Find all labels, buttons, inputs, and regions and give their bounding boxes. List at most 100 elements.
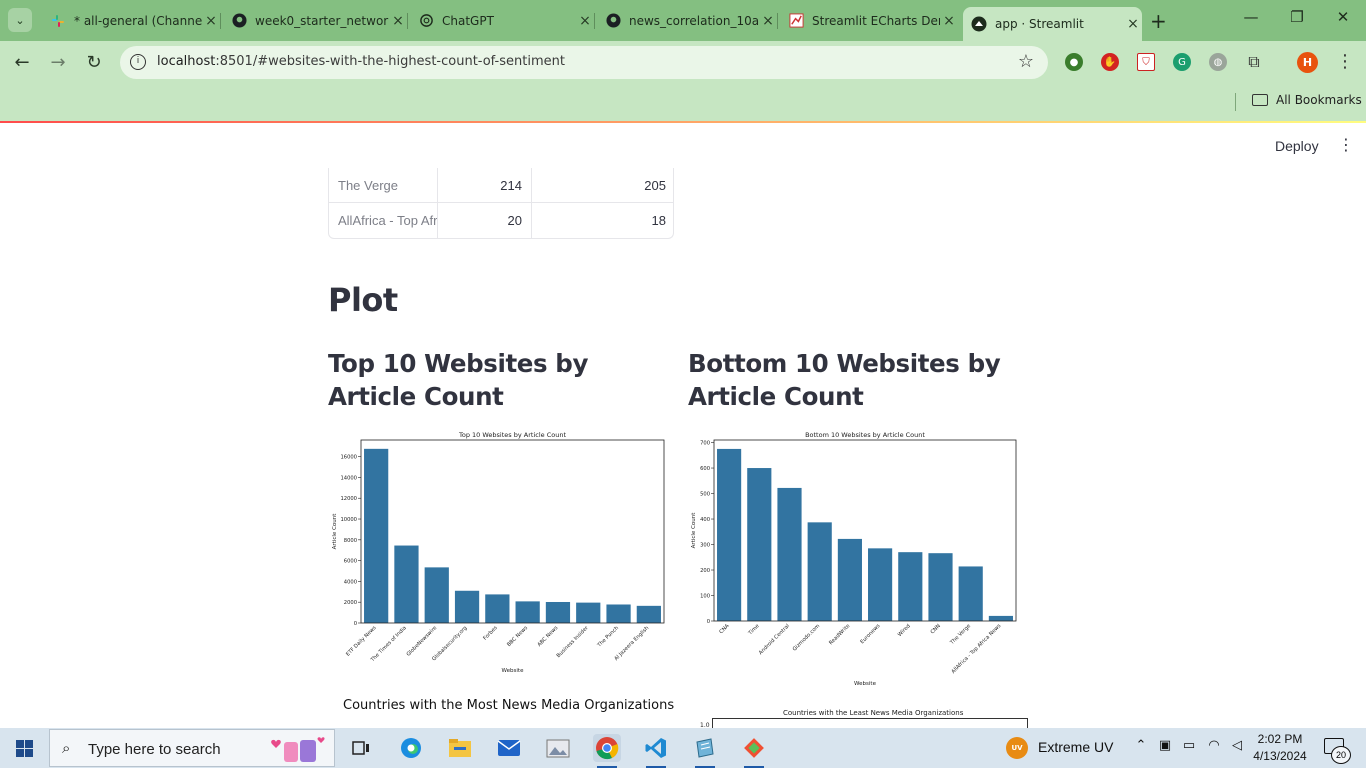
git-app-icon[interactable] [740, 734, 768, 768]
reload-icon[interactable]: ↻ [82, 52, 106, 73]
minimize-icon[interactable]: — [1240, 8, 1262, 26]
file-explorer-icon[interactable] [446, 734, 474, 762]
clock-date: 4/13/2024 [1253, 749, 1307, 763]
table-cell[interactable]: 20 [438, 203, 532, 238]
y-axis-label: Article Count [332, 513, 338, 550]
windows-taskbar: ⌕ Type here to search UV Extreme UV ⌃ ▣ … [0, 728, 1366, 768]
chrome-icon[interactable] [593, 734, 621, 768]
tab-news-correlation[interactable]: news_correlation_10a × [597, 7, 777, 34]
table-index-cell[interactable]: The Verge [329, 168, 438, 203]
url-host: localhost [157, 54, 216, 69]
chart-bar [928, 553, 953, 621]
x-axis-label: Website [502, 668, 525, 674]
y-tick-label: 200 [700, 568, 710, 574]
translate-globe-icon[interactable]: ◍ [1209, 53, 1227, 71]
x-tick-label: ABC News [537, 625, 560, 648]
chart-bar [515, 601, 540, 623]
x-tick-label: AllAfrica - Top Africa News [951, 623, 1003, 675]
bookmark-star-icon[interactable]: ☆ [1018, 51, 1034, 72]
edge-icon[interactable] [397, 734, 425, 762]
pocket-icon[interactable]: ⛉ [1137, 53, 1155, 71]
search-placeholder: Type here to search [88, 741, 221, 758]
meet-now-icon[interactable]: ▣ [1156, 738, 1174, 753]
y-tick-label: 10000 [340, 517, 357, 523]
deploy-button[interactable]: Deploy [1275, 138, 1319, 154]
chatgpt-icon [418, 13, 434, 29]
tab-slack[interactable]: * all-general (Channel × [42, 7, 220, 34]
table-row: AllAfrica - Top Afr 20 18 [329, 203, 673, 238]
x-tick-label: Forbes [482, 625, 499, 642]
table-cell[interactable]: 18 [532, 203, 673, 238]
adblock-icon[interactable]: ✋ [1101, 53, 1119, 71]
search-icon: ⌕ [62, 739, 71, 757]
extension-globe-icon[interactable]: ● [1065, 53, 1083, 71]
volume-icon[interactable]: ◁ [1228, 738, 1246, 753]
chart-bar [747, 468, 772, 621]
table-cell[interactable]: 214 [438, 168, 532, 203]
top-websites-chart: Top 10 Websites by Article Count ETF Dail… [332, 431, 665, 674]
url-text[interactable]: localhost:8501/#websites-with-the-highes… [157, 54, 565, 69]
vscode-icon[interactable] [642, 734, 670, 768]
photos-app-icon[interactable] [544, 734, 572, 762]
close-icon[interactable]: × [1124, 16, 1142, 32]
tray-chevron-up-icon[interactable]: ⌃ [1132, 738, 1150, 753]
x-tick-label: Al Jazeera English [613, 625, 650, 662]
taskbar-clock[interactable]: 2:02 PM 4/13/2024 [1248, 731, 1312, 765]
x-tick-label: Time [747, 623, 761, 637]
restore-icon[interactable]: ❐ [1286, 8, 1308, 26]
tab-label: Streamlit ECharts Der [812, 13, 940, 28]
close-icon[interactable]: × [202, 13, 220, 29]
battery-icon[interactable]: ▭ [1180, 738, 1198, 753]
y-tick-label: 100 [700, 594, 710, 600]
chart-bar [717, 448, 742, 621]
github-icon [605, 13, 621, 29]
weather-uv-icon[interactable]: UV [1006, 737, 1028, 759]
site-info-icon[interactable]: i [130, 54, 146, 70]
start-button[interactable] [16, 740, 33, 757]
y-tick-label: 12000 [340, 496, 357, 502]
tab-label: news_correlation_10a [629, 13, 759, 28]
notepad-icon[interactable] [691, 734, 719, 768]
chart-bar [807, 522, 832, 621]
weather-label[interactable]: Extreme UV [1038, 739, 1113, 755]
wifi-icon[interactable]: ◠ [1205, 738, 1223, 753]
all-bookmarks-button[interactable]: All Bookmarks [1252, 93, 1362, 107]
tab-label: app · Streamlit [995, 17, 1084, 31]
mail-icon[interactable] [495, 734, 523, 762]
close-icon[interactable]: × [940, 13, 958, 29]
tab-chatgpt[interactable]: ChatGPT × [410, 7, 594, 34]
chart-bar [988, 615, 1013, 621]
tab-app-streamlit[interactable]: app · Streamlit × [963, 7, 1142, 41]
x-tick-label: GlobeNewswire [406, 625, 439, 658]
tab-separator [777, 13, 778, 29]
chart-title: Top 10 Websites by Article Count [458, 431, 566, 439]
profile-avatar[interactable]: H [1297, 52, 1318, 73]
grammarly-icon[interactable]: G [1173, 53, 1191, 71]
tab-streamlit-echarts[interactable]: Streamlit ECharts Der × [780, 7, 958, 34]
task-view-icon[interactable] [347, 734, 375, 762]
chart-bar [545, 601, 571, 623]
main-menu-icon[interactable]: ⋮ [1338, 135, 1354, 154]
table-cell[interactable]: 205 [532, 168, 673, 203]
new-tab-button[interactable]: + [1150, 9, 1167, 33]
close-icon[interactable]: × [389, 13, 407, 29]
chart-bar [868, 548, 893, 621]
window-close-icon[interactable]: ✕ [1332, 8, 1354, 26]
y-tick-label: 4000 [344, 579, 357, 585]
taskbar-search-box[interactable]: ⌕ Type here to search [49, 729, 335, 767]
back-icon[interactable]: ← [10, 52, 34, 73]
close-icon[interactable]: × [576, 13, 594, 29]
browser-menu-icon[interactable]: ⋮ [1336, 51, 1354, 72]
bottom-websites-heading: Bottom 10 Websites by Article Count [688, 349, 1001, 411]
dataframe[interactable]: The Verge 214 205 AllAfrica - Top Afr 20… [328, 168, 674, 239]
tab-search-button[interactable]: ⌄ [8, 8, 32, 32]
tab-week0[interactable]: week0_starter_networ × [223, 7, 407, 34]
forward-icon[interactable]: → [46, 52, 70, 73]
tab-strip: ⌄ * all-general (Channel × week0_starter… [0, 0, 1366, 41]
tab-separator [220, 13, 221, 29]
close-icon[interactable]: × [759, 13, 777, 29]
table-index-cell[interactable]: AllAfrica - Top Afr [329, 203, 438, 238]
chart-bar [636, 605, 661, 623]
extensions-puzzle-icon[interactable]: ⧉ [1245, 52, 1263, 71]
address-bar[interactable]: i localhost:8501/#websites-with-the-high… [120, 46, 1048, 79]
